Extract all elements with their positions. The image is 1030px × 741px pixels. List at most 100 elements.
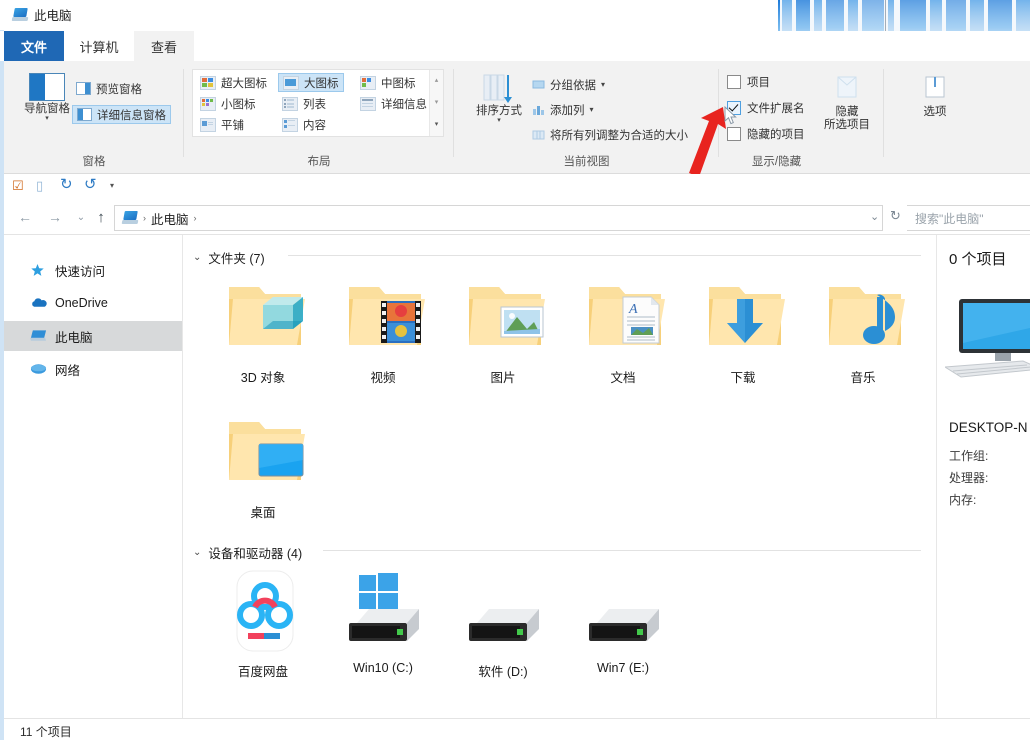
properties-icon[interactable]: ☑	[12, 178, 24, 194]
folder-documents-icon: A	[575, 267, 671, 363]
back-button[interactable]: ←	[14, 206, 36, 228]
list-item[interactable]: 音乐	[803, 267, 923, 402]
list-item[interactable]: 视频	[323, 267, 443, 402]
up-button[interactable]: ↑	[90, 206, 112, 228]
layout-gallery-scrollbar[interactable]: ▴ ▾ ▾	[429, 70, 443, 136]
redo-icon[interactable]: ↻	[60, 175, 73, 193]
folder-downloads-icon	[695, 267, 791, 363]
list-item[interactable]: 软件 (D:)	[443, 561, 563, 696]
preview-pane-button[interactable]: 预览窗格	[72, 79, 146, 98]
chevron-down-icon[interactable]: ⌄	[193, 547, 201, 558]
layout-group-label: 布局	[307, 156, 331, 168]
list-item[interactable]: 图片	[443, 267, 563, 402]
baidu-netdisk-icon	[215, 561, 311, 657]
layout-extra-large-icons[interactable]: 超大图标	[196, 73, 271, 92]
preview-pane-label: 预览窗格	[96, 83, 142, 96]
customize-qat-icon[interactable]: ▾	[110, 181, 114, 190]
details-computer-name: DESKTOP-N	[949, 420, 1028, 435]
sidebar-item-label: 网络	[55, 363, 81, 378]
list-item[interactable]: Win10 (C:)	[323, 561, 443, 696]
layout-large-icons-label: 大图标	[304, 77, 339, 90]
group-by-label: 分组依据	[550, 79, 596, 92]
sidebar-item-quick-access[interactable]: 快速访问	[4, 255, 182, 285]
status-item-count: 11 个项目	[20, 725, 72, 739]
group-title-folders: 文件夹 (7)	[208, 252, 265, 266]
address-dropdown-icon[interactable]: ⌄	[870, 210, 879, 223]
address-breadcrumb-bar[interactable]: › 此电脑 ›	[114, 205, 883, 231]
file-name-extensions-checkbox[interactable]	[727, 101, 741, 115]
ribbon-tab-bar: 文件 计算机 查看	[0, 31, 1030, 61]
list-item[interactable]: Win7 (E:)	[563, 561, 683, 696]
layout-tiles-label: 平铺	[221, 119, 244, 132]
file-list-view[interactable]: ⌄ 文件夹 (7) 3D 对象 视频 图片 A 文档 下载 音乐 桌面 ⌄ 设备…	[183, 235, 935, 720]
hide-selected-items-button[interactable]: 隐藏 所选项目	[814, 75, 880, 132]
quick-access-toolbar: ☑ ▯ ↻ ↺ ▾	[4, 174, 1030, 200]
list-item[interactable]: 下载	[683, 267, 803, 402]
layout-list[interactable]: 列表	[278, 94, 330, 113]
layout-content[interactable]: 内容	[278, 115, 330, 134]
folder-music-icon	[815, 267, 911, 363]
tab-view[interactable]: 查看	[134, 31, 194, 61]
tab-computer[interactable]: 计算机	[64, 31, 134, 61]
sidebar-item-onedrive[interactable]: OneDrive	[4, 288, 182, 318]
layout-large-icons[interactable]: 大图标	[278, 73, 344, 92]
sidebar-item-label: 快速访问	[55, 264, 106, 279]
sidebar-item-this-pc[interactable]: 此电脑	[4, 321, 182, 351]
details-field-memory: 内存:	[949, 493, 977, 507]
breadcrumb-separator-2[interactable]: ›	[194, 213, 197, 223]
sidebar-item-label: 此电脑	[55, 330, 93, 345]
chevron-down-icon: ▾	[497, 117, 501, 124]
group-header-drives[interactable]: ⌄ 设备和驱动器 (4)	[193, 543, 302, 562]
navigation-pane-button[interactable]: 导航窗格 ▾	[14, 73, 80, 122]
layout-tiles[interactable]: 平铺	[196, 115, 248, 134]
size-all-columns-button[interactable]: 将所有列调整为合适的大小	[528, 125, 692, 144]
item-label: 下载	[730, 371, 756, 385]
layout-details[interactable]: 详细信息	[356, 94, 431, 113]
breadcrumb-this-pc[interactable]: 此电脑	[151, 209, 189, 228]
size-all-columns-label: 将所有列调整为合适的大小	[550, 129, 688, 142]
search-box[interactable]: 搜索"此电脑"	[907, 205, 1030, 231]
forward-button[interactable]: →	[44, 206, 66, 228]
details-pane-button[interactable]: 详细信息窗格	[72, 105, 171, 124]
navigation-pane: 快速访问 OneDrive 此电脑 网络	[4, 235, 183, 720]
add-columns-button[interactable]: 添加列 ▾	[528, 100, 598, 119]
options-label: 选项	[923, 106, 947, 118]
window-title: 此电脑	[34, 9, 72, 23]
tab-file[interactable]: 文件	[4, 31, 64, 61]
recent-locations-button[interactable]: ⌄	[70, 206, 92, 228]
file-name-extensions-label: 文件扩展名	[747, 103, 805, 115]
sidebar-item-label: OneDrive	[55, 296, 108, 310]
layout-gallery: 超大图标 大图标 中图标 小图标 列表 详细信息 平铺 内容 ▴ ▾ ▾	[192, 69, 444, 137]
list-item[interactable]: 桌面	[203, 402, 323, 537]
undo-icon[interactable]: ↺	[84, 175, 97, 193]
group-header-folders[interactable]: ⌄ 文件夹 (7)	[193, 248, 265, 267]
gallery-scroll-up-icon[interactable]: ▴	[430, 70, 443, 91]
list-item[interactable]: A 文档	[563, 267, 683, 402]
star-icon	[30, 263, 47, 278]
hidden-items-option[interactable]: 隐藏的项目	[727, 126, 805, 142]
layout-medium-icons[interactable]: 中图标	[356, 73, 420, 92]
list-item[interactable]: 3D 对象	[203, 267, 323, 402]
list-item[interactable]: 百度网盘	[203, 561, 323, 696]
chevron-down-icon[interactable]: ⌄	[193, 252, 201, 263]
hidden-items-checkbox[interactable]	[727, 127, 741, 141]
options-button[interactable]: 选项	[902, 75, 968, 119]
layout-details-label: 详细信息	[381, 98, 427, 111]
file-name-extensions-option[interactable]: 文件扩展名	[727, 100, 805, 116]
item-checkboxes-option[interactable]: 项目	[727, 74, 770, 90]
file-explorer-window: 此电脑 文件 计算机 查看 导航窗格 ▾ 预览窗格 详细信息窗格 窗格 超大图标…	[0, 0, 1030, 741]
layout-small-icons[interactable]: 小图标	[196, 94, 260, 113]
preview-pane-icon	[76, 82, 91, 95]
item-label: 3D 对象	[240, 371, 286, 385]
this-pc-icon	[11, 7, 29, 22]
refresh-icon[interactable]: ↻	[890, 208, 901, 224]
ribbon-group-show-hide: 项目 文件扩展名 隐藏的项目 隐藏 所选项目 显示/隐藏	[719, 61, 884, 173]
item-checkboxes-checkbox[interactable]	[727, 75, 741, 89]
folder-desktop-icon	[215, 402, 311, 498]
sort-by-button[interactable]: 排序方式 ▾	[466, 73, 532, 124]
new-folder-icon[interactable]: ▯	[36, 178, 43, 194]
sidebar-item-network[interactable]: 网络	[4, 354, 182, 384]
gallery-more-icon[interactable]: ▾	[430, 114, 443, 135]
gallery-scroll-down-icon[interactable]: ▾	[430, 92, 443, 113]
group-by-button[interactable]: 分组依据 ▾	[528, 75, 609, 94]
